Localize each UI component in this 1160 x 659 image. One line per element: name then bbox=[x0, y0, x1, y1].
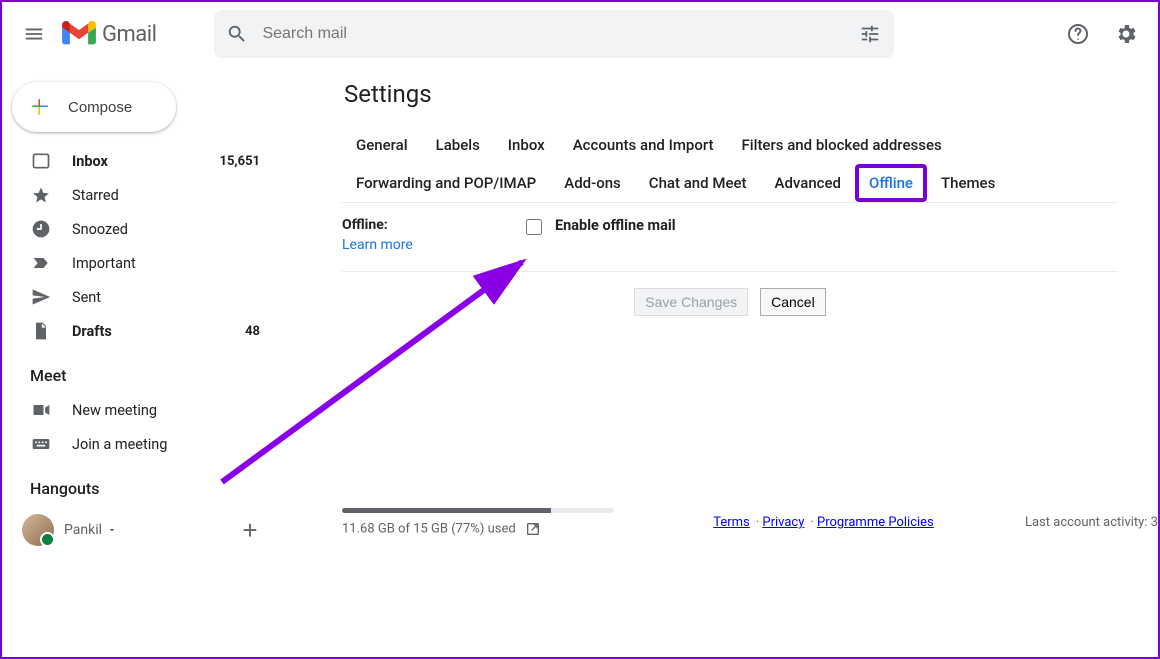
search-bar[interactable] bbox=[214, 10, 894, 58]
tab-general[interactable]: General bbox=[342, 126, 422, 164]
tab-chat-meet[interactable]: Chat and Meet bbox=[635, 164, 761, 202]
settings-tabs: General Labels Inbox Accounts and Import… bbox=[342, 126, 1118, 203]
footer-links: Terms Privacy Programme Policies bbox=[622, 515, 1025, 530]
search-icon bbox=[226, 23, 248, 45]
tab-accounts[interactable]: Accounts and Import bbox=[559, 126, 728, 164]
tab-offline[interactable]: Offline bbox=[855, 164, 927, 202]
chevron-down-icon bbox=[106, 524, 118, 536]
hangouts-user-name: Pankil bbox=[64, 522, 102, 538]
header-actions bbox=[1058, 14, 1146, 54]
tab-advanced[interactable]: Advanced bbox=[761, 164, 855, 202]
help-icon bbox=[1066, 22, 1090, 46]
offline-setting-label: Offline: Learn more bbox=[342, 217, 522, 253]
footer-activity: Last account activity: 3 bbox=[1025, 515, 1158, 530]
gear-icon bbox=[1114, 22, 1138, 46]
tab-inbox[interactable]: Inbox bbox=[494, 126, 559, 164]
settings-button-row: Save Changes Cancel bbox=[342, 272, 1118, 356]
hangouts-add-button[interactable]: + bbox=[232, 512, 268, 548]
meet-new-meeting[interactable]: New meeting bbox=[2, 393, 282, 427]
enable-offline-label: Enable offline mail bbox=[555, 217, 676, 234]
send-icon bbox=[30, 286, 52, 308]
nav-sent[interactable]: Sent bbox=[2, 280, 282, 314]
offline-setting-control: Enable offline mail bbox=[522, 217, 676, 253]
footer-link-policies[interactable]: Programme Policies bbox=[817, 515, 934, 530]
header: Gmail bbox=[2, 2, 1158, 66]
star-icon bbox=[30, 184, 52, 206]
user-avatar bbox=[22, 514, 54, 546]
footer-link-privacy[interactable]: Privacy bbox=[762, 515, 804, 530]
gmail-logo[interactable]: Gmail bbox=[62, 21, 156, 47]
compose-button[interactable]: Compose bbox=[12, 82, 176, 132]
gmail-logo-icon bbox=[62, 21, 96, 47]
camera-icon bbox=[30, 399, 52, 421]
footer-link-terms[interactable]: Terms bbox=[713, 515, 750, 530]
page-title: Settings bbox=[342, 66, 1118, 126]
footer: 11.68 GB of 15 GB (77%) used Terms Priva… bbox=[342, 508, 1158, 537]
plus-icon bbox=[26, 93, 54, 121]
hangouts-section-header: Hangouts bbox=[2, 461, 282, 506]
inbox-icon bbox=[30, 150, 52, 172]
clock-icon bbox=[30, 218, 52, 240]
sidebar: Compose Inbox 15,651 Starred Snoozed Imp… bbox=[2, 66, 282, 657]
compose-label: Compose bbox=[68, 99, 132, 116]
nav-drafts[interactable]: Drafts 48 bbox=[2, 314, 282, 348]
open-in-new-icon[interactable] bbox=[525, 521, 541, 537]
tab-labels[interactable]: Labels bbox=[422, 126, 494, 164]
tab-forwarding[interactable]: Forwarding and POP/IMAP bbox=[342, 164, 550, 202]
hamburger-icon bbox=[23, 23, 45, 45]
keyboard-icon bbox=[30, 433, 52, 455]
nav-important[interactable]: Important bbox=[2, 246, 282, 280]
main-menu-button[interactable] bbox=[10, 10, 58, 58]
learn-more-link[interactable]: Learn more bbox=[342, 237, 522, 253]
tab-filters[interactable]: Filters and blocked addresses bbox=[728, 126, 956, 164]
tab-addons[interactable]: Add-ons bbox=[550, 164, 635, 202]
settings-button[interactable] bbox=[1106, 14, 1146, 54]
storage-info: 11.68 GB of 15 GB (77%) used bbox=[342, 508, 622, 537]
nav-inbox[interactable]: Inbox 15,651 bbox=[2, 144, 282, 178]
drafts-icon bbox=[30, 320, 52, 342]
nav-snoozed[interactable]: Snoozed bbox=[2, 212, 282, 246]
storage-text: 11.68 GB of 15 GB (77%) used bbox=[342, 521, 516, 536]
enable-offline-checkbox[interactable] bbox=[526, 219, 542, 235]
important-icon bbox=[30, 252, 52, 274]
gmail-logo-text: Gmail bbox=[102, 22, 156, 47]
tab-themes[interactable]: Themes bbox=[927, 164, 1009, 202]
nav-starred[interactable]: Starred bbox=[2, 178, 282, 212]
support-button[interactable] bbox=[1058, 14, 1098, 54]
search-options-button[interactable] bbox=[858, 22, 882, 46]
hangouts-user-row[interactable]: Pankil + bbox=[2, 506, 282, 554]
meet-section-header: Meet bbox=[2, 348, 282, 393]
offline-setting-row: Offline: Learn more Enable offline mail bbox=[342, 203, 1118, 272]
folder-nav: Inbox 15,651 Starred Snoozed Important S… bbox=[2, 144, 282, 348]
cancel-button[interactable]: Cancel bbox=[760, 288, 826, 316]
save-changes-button: Save Changes bbox=[634, 288, 748, 316]
meet-join-meeting[interactable]: Join a meeting bbox=[2, 427, 282, 461]
storage-progress bbox=[342, 508, 614, 513]
search-input[interactable] bbox=[260, 24, 858, 44]
tune-icon bbox=[859, 23, 881, 45]
main-content: Settings General Labels Inbox Accounts a… bbox=[302, 66, 1158, 657]
